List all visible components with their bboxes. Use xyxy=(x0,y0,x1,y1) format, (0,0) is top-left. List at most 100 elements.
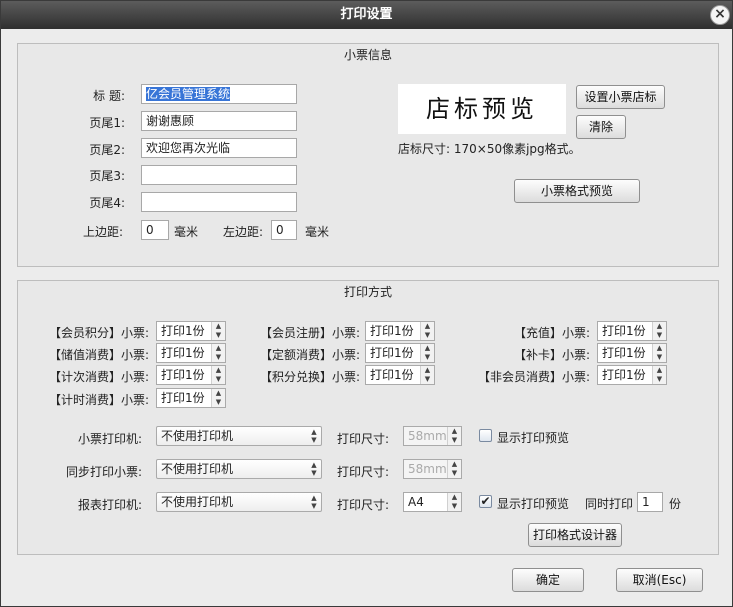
title-field-value: 亿会员管理系统 xyxy=(146,87,231,101)
ticket-row-label: 【充值】小票: xyxy=(513,326,590,340)
footer3-label: 页尾3: xyxy=(89,169,125,183)
report-printer-select[interactable]: 不使用打印机 ▲ ▼ xyxy=(156,492,322,512)
sync-printer-value: 不使用打印机 xyxy=(161,462,234,476)
ticket-row-label: 【补卡】小票: xyxy=(513,348,590,362)
simultaneous-copies-unit: 份 xyxy=(669,497,682,511)
report-size-value: A4 xyxy=(408,495,424,509)
ticket-row-label: 【定额消费】小票: xyxy=(259,348,360,362)
spinner-arrows-icon[interactable]: ▲ ▼ xyxy=(211,389,225,407)
close-icon[interactable]: × xyxy=(710,5,730,25)
footer3-field[interactable] xyxy=(141,165,297,185)
spinner-value: 打印1份 xyxy=(602,368,646,382)
ticket-row-label: 【非会员消费】小票: xyxy=(477,370,590,384)
ticket-show-preview-checkbox[interactable] xyxy=(479,429,492,442)
sync-size-label: 打印尺寸: xyxy=(337,465,390,479)
spinner-arrows-icon[interactable]: ▲ ▼ xyxy=(211,366,225,384)
print-mode-title: 打印方式 xyxy=(343,285,392,299)
simultaneous-copies-field[interactable]: 1 xyxy=(637,492,663,512)
title-bar: 打印设置 xyxy=(1,1,732,29)
top-margin-field[interactable]: 0 xyxy=(141,220,169,240)
report-size-select[interactable]: A4 ▲ ▼ xyxy=(403,492,462,512)
checkmark-icon: ✔ xyxy=(480,494,491,508)
spinner-value: 打印1份 xyxy=(370,346,414,360)
spinner-value: 打印1份 xyxy=(602,324,646,338)
select-arrows-icon: ▲ ▼ xyxy=(311,461,317,477)
spinner-arrows-icon[interactable]: ▲ ▼ xyxy=(211,344,225,362)
ticket-row-label: 【会员注册】小票: xyxy=(259,326,360,340)
ticket-copies-spinner[interactable]: 打印1份 ▲ ▼ xyxy=(365,343,435,363)
report-printer-label: 报表打印机: xyxy=(77,498,142,512)
select-arrows-icon: ▲ ▼ xyxy=(311,494,317,510)
print-format-designer-button[interactable]: 打印格式设计器 xyxy=(528,523,622,547)
ticket-show-preview-label: 显示打印预览 xyxy=(497,431,570,445)
sync-size-value: 58mm xyxy=(408,462,447,476)
ticket-row-label: 【储值消费】小票: xyxy=(48,348,149,362)
title-label: 标 题: xyxy=(93,89,125,103)
ticket-row-label: 【积分兑换】小票: xyxy=(259,370,360,384)
logo-size-note: 店标尺寸: 170×50像素jpg格式。 xyxy=(398,142,581,156)
logo-preview: 店标预览 xyxy=(398,84,566,134)
report-show-preview-label: 显示打印预览 xyxy=(497,497,570,511)
ticket-size-select[interactable]: 58mm ▲ ▼ xyxy=(403,426,462,446)
footer2-label: 页尾2: xyxy=(89,143,125,157)
sync-printer-select[interactable]: 不使用打印机 ▲ ▼ xyxy=(156,459,322,479)
ticket-copies-spinner[interactable]: 打印1份 ▲ ▼ xyxy=(597,343,667,363)
ticket-copies-spinner[interactable]: 打印1份 ▲ ▼ xyxy=(156,343,226,363)
report-show-preview-checkbox[interactable]: ✔ xyxy=(479,495,492,508)
ticket-copies-spinner[interactable]: 打印1份 ▲ ▼ xyxy=(365,365,435,385)
spinner-arrows-icon[interactable]: ▲ ▼ xyxy=(420,344,434,362)
window-title: 打印设置 xyxy=(340,7,393,22)
cancel-button[interactable]: 取消(Esc) xyxy=(616,568,703,592)
ticket-row-label: 【计次消费】小票: xyxy=(48,370,149,384)
ticket-copies-spinner[interactable]: 打印1份 ▲ ▼ xyxy=(597,365,667,385)
spinner-value: 打印1份 xyxy=(161,324,205,338)
title-field[interactable]: 亿会员管理系统 xyxy=(141,84,297,104)
ticket-printer-label: 小票打印机: xyxy=(77,432,142,446)
spinner-value: 打印1份 xyxy=(370,368,414,382)
ticket-format-preview-button[interactable]: 小票格式预览 xyxy=(514,179,640,203)
ticket-printer-select[interactable]: 不使用打印机 ▲ ▼ xyxy=(156,426,322,446)
spinner-value: 打印1份 xyxy=(161,368,205,382)
spinner-arrows-icon[interactable]: ▲ ▼ xyxy=(211,322,225,340)
top-margin-label: 上边距: xyxy=(83,225,124,239)
top-margin-unit: 毫米 xyxy=(174,225,199,239)
ticket-copies-spinner[interactable]: 打印1份 ▲ ▼ xyxy=(156,321,226,341)
left-margin-field[interactable]: 0 xyxy=(271,220,297,240)
ticket-row-label: 【会员积分】小票: xyxy=(48,326,149,340)
spinner-arrows-icon[interactable]: ▲ ▼ xyxy=(652,344,666,362)
ticket-copies-spinner[interactable]: 打印1份 ▲ ▼ xyxy=(156,388,226,408)
footer4-label: 页尾4: xyxy=(89,196,125,210)
report-printer-value: 不使用打印机 xyxy=(161,495,234,509)
sync-printer-label: 同步打印小票: xyxy=(65,465,142,479)
sync-size-select[interactable]: 58mm ▲ ▼ xyxy=(403,459,462,479)
footer1-field[interactable]: 谢谢惠顾 xyxy=(141,111,297,131)
ok-button[interactable]: 确定 xyxy=(512,568,584,592)
footer1-label: 页尾1: xyxy=(89,116,125,130)
select-arrows-icon: ▲ ▼ xyxy=(311,428,317,444)
footer4-field[interactable] xyxy=(141,192,297,212)
ticket-size-label: 打印尺寸: xyxy=(337,432,390,446)
spinner-arrows-icon[interactable]: ▲ ▼ xyxy=(420,322,434,340)
spinner-arrows-icon[interactable]: ▲ ▼ xyxy=(652,366,666,384)
spinner-value: 打印1份 xyxy=(602,346,646,360)
spinner-value: 打印1份 xyxy=(161,391,205,405)
ticket-info-title: 小票信息 xyxy=(343,48,392,62)
clear-logo-button[interactable]: 清除 xyxy=(576,115,626,139)
report-size-label: 打印尺寸: xyxy=(337,498,390,512)
spinner-arrows-icon[interactable]: ▲ ▼ xyxy=(420,366,434,384)
print-settings-window: 打印设置 × 小票信息 标 题: 亿会员管理系统 页尾1: 谢谢惠顾 页尾2: … xyxy=(0,0,733,607)
ticket-printer-value: 不使用打印机 xyxy=(161,429,234,443)
ticket-row-label: 【计时消费】小票: xyxy=(48,393,149,407)
spinner-value: 打印1份 xyxy=(161,346,205,360)
set-logo-button[interactable]: 设置小票店标 xyxy=(576,85,665,109)
ticket-copies-spinner[interactable]: 打印1份 ▲ ▼ xyxy=(597,321,667,341)
select-arrows-icon: ▲ ▼ xyxy=(447,427,461,445)
left-margin-label: 左边距: xyxy=(223,225,264,239)
ticket-copies-spinner[interactable]: 打印1份 ▲ ▼ xyxy=(365,321,435,341)
left-margin-unit: 毫米 xyxy=(305,225,330,239)
simultaneous-print-label: 同时打印 xyxy=(585,497,634,511)
ticket-size-value: 58mm xyxy=(408,429,447,443)
footer2-field[interactable]: 欢迎您再次光临 xyxy=(141,138,297,158)
ticket-copies-spinner[interactable]: 打印1份 ▲ ▼ xyxy=(156,365,226,385)
spinner-arrows-icon[interactable]: ▲ ▼ xyxy=(652,322,666,340)
